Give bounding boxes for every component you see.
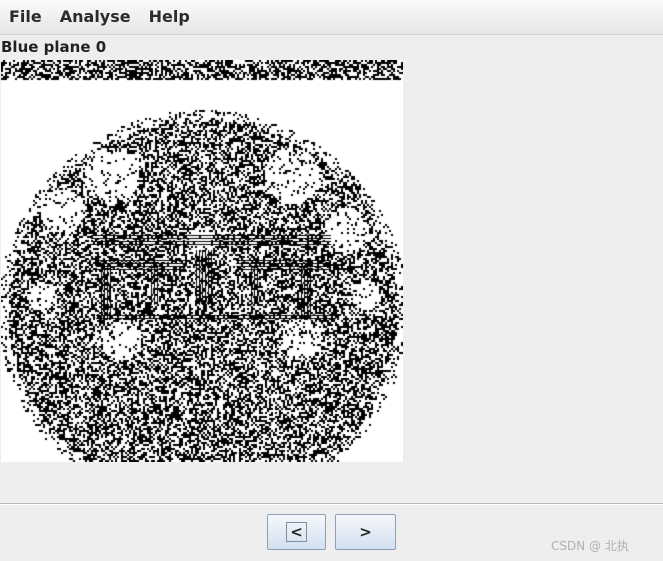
- bit-plane-canvas: [1, 60, 403, 462]
- panel-divider: [0, 503, 663, 505]
- previous-plane-label: <: [286, 522, 307, 542]
- next-plane-button[interactable]: >: [335, 514, 396, 550]
- menu-file[interactable]: File: [0, 0, 51, 34]
- menu-help[interactable]: Help: [140, 0, 199, 34]
- plane-title: Blue plane 0: [1, 38, 107, 56]
- watermark-text: CSDN @ 北执: [551, 539, 629, 553]
- bit-plane-image: [1, 60, 403, 462]
- next-plane-label: >: [359, 523, 372, 541]
- menu-bar: File Analyse Help: [0, 0, 663, 35]
- previous-plane-button[interactable]: <: [267, 514, 326, 550]
- menu-analyse[interactable]: Analyse: [51, 0, 140, 34]
